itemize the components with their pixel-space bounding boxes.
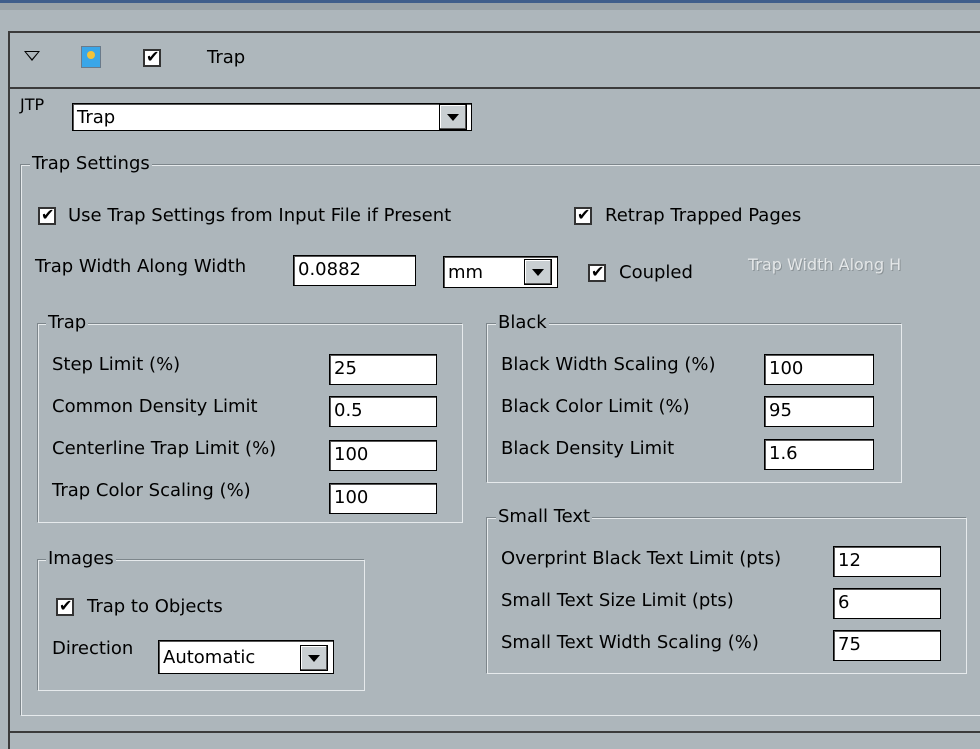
coupled-checkbox[interactable] — [588, 262, 606, 282]
enable-trap-checkbox[interactable] — [143, 47, 161, 67]
trap-width-input[interactable]: 0.0882 — [293, 255, 416, 286]
retrap-checkbox[interactable] — [574, 205, 592, 225]
trap-width-value: 0.0882 — [298, 259, 361, 280]
step-limit-input[interactable]: 25 — [329, 354, 437, 385]
color-scaling-label: Trap Color Scaling (%) — [52, 480, 251, 501]
direction-select-value: Automatic — [163, 647, 256, 668]
trap-to-objects-label: Trap to Objects — [87, 596, 223, 617]
small-text-group-title: Small Text — [496, 506, 593, 527]
jtp-label: JTP — [20, 95, 45, 114]
overprint-limit-value: 12 — [838, 550, 861, 571]
black-width-label: Black Width Scaling (%) — [501, 354, 716, 375]
common-density-value: 0.5 — [334, 400, 363, 421]
black-density-input[interactable]: 1.6 — [764, 439, 874, 470]
centerline-limit-label: Centerline Trap Limit (%) — [52, 438, 277, 459]
use-input-settings-label: Use Trap Settings from Input File if Pre… — [68, 205, 452, 226]
color-scaling-input[interactable]: 100 — [329, 483, 437, 514]
trap-to-objects-checkbox[interactable] — [56, 596, 74, 616]
coupled-label: Coupled — [619, 262, 693, 283]
panel-left-border — [8, 31, 10, 749]
direction-dropdown-button[interactable] — [300, 645, 328, 671]
trap-width-label: Trap Width Along Width — [35, 256, 247, 277]
black-width-value: 100 — [769, 358, 804, 379]
section-title: Trap — [207, 47, 246, 68]
use-input-settings-checkbox[interactable] — [38, 205, 56, 225]
step-limit-value: 25 — [334, 358, 357, 379]
trap-settings-title: Trap Settings — [30, 153, 152, 174]
direction-label: Direction — [52, 638, 134, 659]
centerline-limit-value: 100 — [334, 444, 369, 465]
jtp-select-value: Trap — [77, 107, 116, 128]
images-group-title: Images — [46, 548, 116, 569]
common-density-input[interactable]: 0.5 — [329, 396, 437, 427]
centerline-limit-input[interactable]: 100 — [329, 440, 437, 471]
collapse-triangle-icon[interactable] — [24, 51, 40, 61]
unit-dropdown-button[interactable] — [524, 259, 552, 285]
text-size-limit-label: Small Text Size Limit (pts) — [501, 590, 734, 611]
black-width-input[interactable]: 100 — [764, 354, 874, 385]
black-color-input[interactable]: 95 — [764, 396, 874, 427]
jtp-select[interactable]: Trap — [72, 103, 472, 131]
text-size-limit-value: 6 — [838, 592, 850, 613]
text-size-limit-input[interactable]: 6 — [833, 588, 941, 619]
common-density-label: Common Density Limit — [52, 396, 258, 417]
black-color-value: 95 — [769, 400, 792, 421]
process-icon — [81, 46, 101, 68]
black-density-value: 1.6 — [769, 443, 798, 464]
window-top-edge — [0, 0, 980, 10]
black-density-label: Black Density Limit — [501, 438, 675, 459]
text-width-scaling-label: Small Text Width Scaling (%) — [501, 632, 759, 653]
trap-height-label: Trap Width Along H — [748, 255, 902, 274]
text-width-scaling-input[interactable]: 75 — [833, 630, 941, 661]
overprint-limit-input[interactable]: 12 — [833, 546, 941, 577]
unit-select-value: mm — [448, 262, 484, 283]
overprint-limit-label: Overprint Black Text Limit (pts) — [501, 548, 782, 569]
black-color-label: Black Color Limit (%) — [501, 396, 690, 417]
trap-group-title: Trap — [46, 312, 89, 333]
panel-bottom-divider — [10, 731, 980, 733]
step-limit-label: Step Limit (%) — [52, 354, 181, 375]
color-scaling-value: 100 — [334, 487, 369, 508]
text-width-scaling-value: 75 — [838, 634, 861, 655]
retrap-label: Retrap Trapped Pages — [605, 205, 802, 226]
black-group-title: Black — [496, 312, 549, 333]
jtp-dropdown-button[interactable] — [439, 104, 467, 130]
